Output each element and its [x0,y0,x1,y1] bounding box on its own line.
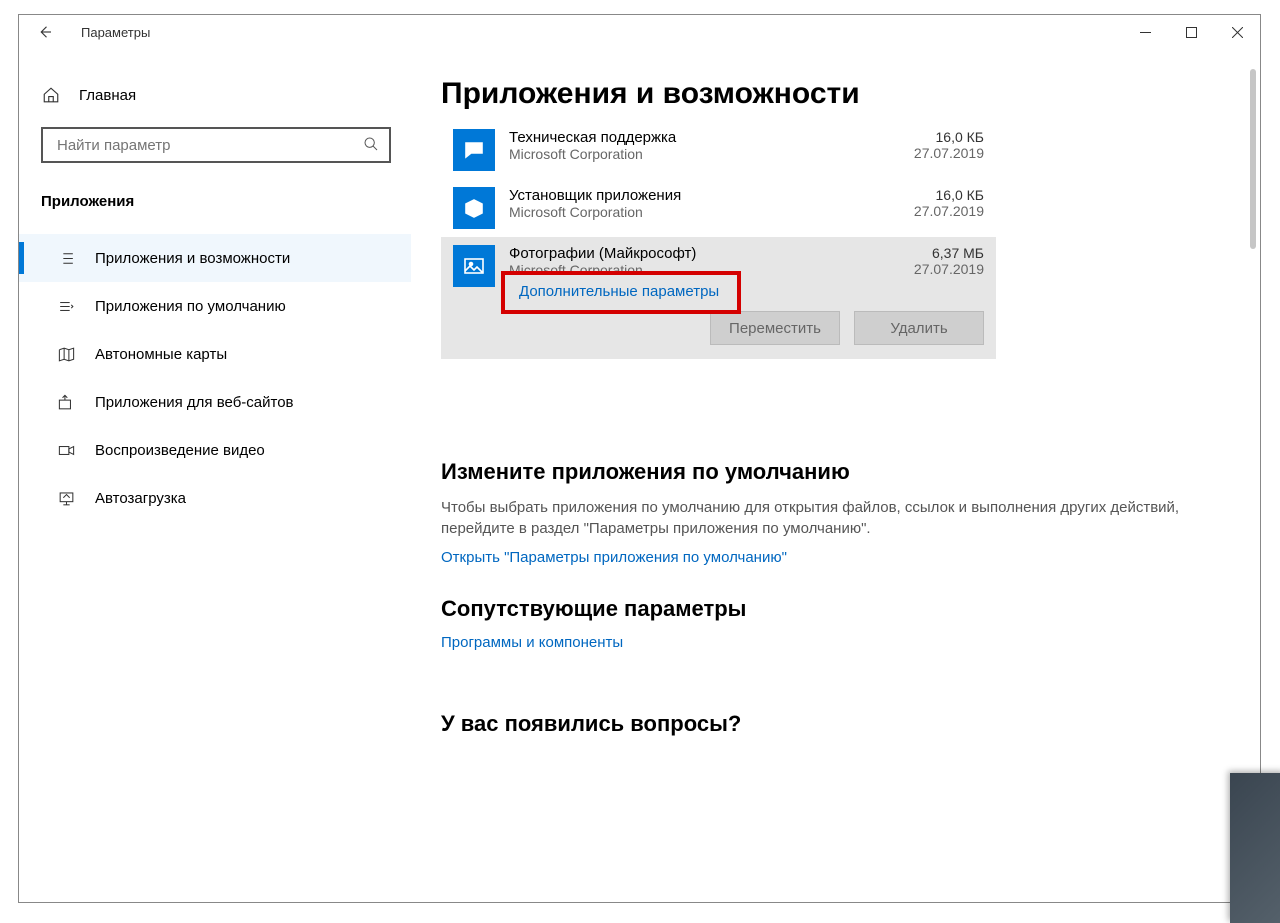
home-link[interactable]: Главная [41,77,389,113]
overlapping-window-fragment [1230,773,1280,923]
sidebar: Главная Приложения Приложения и возможно… [19,49,411,902]
home-label: Главная [79,87,136,104]
home-icon [41,86,61,104]
programs-components-link[interactable]: Программы и компоненты [441,634,623,651]
share-icon [55,393,77,412]
sidebar-item-startup[interactable]: Автозагрузка [19,474,411,522]
questions-heading: У вас появились вопросы? [441,711,1230,737]
sidebar-item-label: Приложения для веб-сайтов [95,394,294,411]
default-apps-icon [55,297,77,316]
search-box[interactable] [41,127,391,163]
window-title: Параметры [81,25,150,40]
scrollbar[interactable] [1250,69,1256,249]
app-size: 6,37 МБ [914,245,984,261]
search-input[interactable] [57,137,363,154]
installer-icon [453,187,495,229]
sidebar-item-label: Автозагрузка [95,490,186,507]
section-heading: Приложения [41,193,389,210]
titlebar: Параметры [19,15,1260,49]
close-button[interactable] [1214,15,1260,49]
app-date: 27.07.2019 [914,203,984,219]
app-name: Фотографии (Майкрософт) [509,245,914,262]
search-icon [363,136,379,155]
app-name: Установщик приложения [509,187,914,204]
app-list: Техническая поддержка Microsoft Corporat… [441,121,996,359]
sidebar-item-label: Приложения по умолчанию [95,298,286,315]
sidebar-item-label: Приложения и возможности [95,250,290,267]
maximize-button[interactable] [1168,15,1214,49]
app-name: Техническая поддержка [509,129,914,146]
list-icon [55,249,77,268]
app-size: 16,0 КБ [914,187,984,203]
highlight-box: Дополнительные параметры [501,271,741,314]
minimize-button[interactable] [1122,15,1168,49]
video-icon [55,441,77,460]
open-default-apps-link[interactable]: Открыть "Параметры приложения по умолчан… [441,549,787,566]
default-apps-para: Чтобы выбрать приложения по умолчанию дл… [441,497,1201,539]
move-button[interactable]: Переместить [710,311,840,345]
app-item-selected[interactable]: Фотографии (Майкрософт) Microsoft Corpor… [441,237,996,305]
sidebar-item-label: Автономные карты [95,346,227,363]
app-size: 16,0 КБ [914,129,984,145]
app-date: 27.07.2019 [914,261,984,277]
sidebar-item-offline-maps[interactable]: Автономные карты [19,330,411,378]
map-icon [55,345,77,364]
page-heading: Приложения и возможности [441,77,1230,111]
app-item[interactable]: Техническая поддержка Microsoft Corporat… [441,121,996,179]
sidebar-item-apps-websites[interactable]: Приложения для веб-сайтов [19,378,411,426]
sidebar-item-apps-features[interactable]: Приложения и возможности [19,234,411,282]
app-publisher: Microsoft Corporation [509,146,914,162]
sidebar-item-video-playback[interactable]: Воспроизведение видео [19,426,411,474]
sidebar-item-default-apps[interactable]: Приложения по умолчанию [19,282,411,330]
support-icon [453,129,495,171]
back-button[interactable] [29,16,61,48]
settings-window: Параметры Главная Приложения [18,14,1261,903]
startup-icon [55,489,77,508]
photos-icon [453,245,495,287]
related-heading: Сопутствующие параметры [441,596,1230,622]
delete-button[interactable]: Удалить [854,311,984,345]
app-item[interactable]: Установщик приложения Microsoft Corporat… [441,179,996,237]
content-area: Приложения и возможности Техническая под… [411,49,1260,902]
app-date: 27.07.2019 [914,145,984,161]
advanced-options-link[interactable]: Дополнительные параметры [519,283,719,300]
default-apps-heading: Измените приложения по умолчанию [441,459,1230,485]
app-publisher: Microsoft Corporation [509,204,914,220]
window-controls [1122,15,1260,49]
sidebar-item-label: Воспроизведение видео [95,442,265,459]
